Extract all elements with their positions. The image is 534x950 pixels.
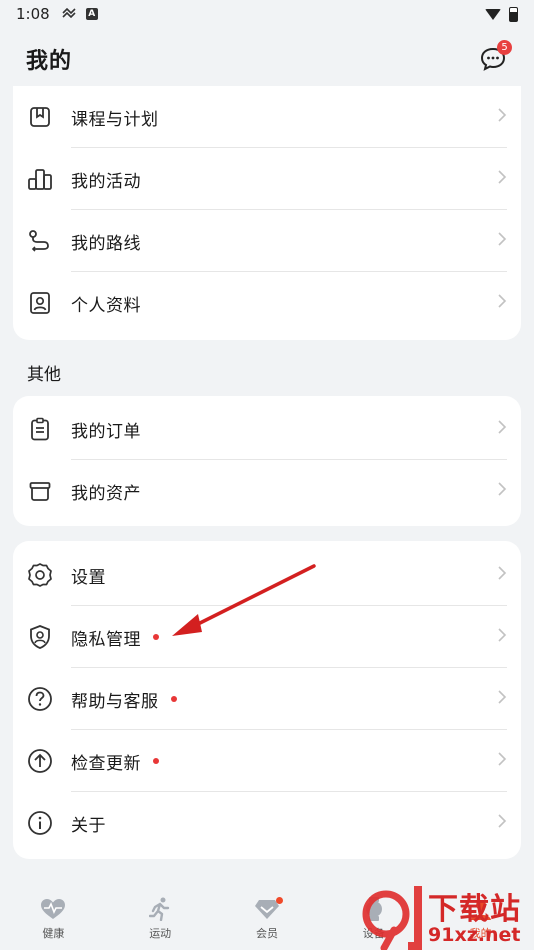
menu-item-about[interactable]: 关于: [13, 792, 521, 854]
help-circle-icon: [27, 686, 53, 712]
tab-label: 会员: [255, 927, 278, 940]
chevron-right-icon: [497, 565, 507, 585]
card-orders-group: 我的订单 我的资产: [13, 396, 521, 526]
menu-item-label: 个人资料: [71, 295, 141, 316]
runner-icon: [149, 895, 171, 923]
section-title-other: 其他: [27, 365, 61, 385]
menu-item-label: 隐私管理: [71, 629, 141, 650]
new-indicator-dot: [153, 758, 159, 764]
gear-icon: [27, 562, 53, 588]
membership-notification-dot: [275, 897, 283, 904]
arrow-up-circle-icon: [27, 748, 53, 774]
watermark-text-bottom: 91xz.net: [428, 924, 521, 946]
route-icon: [27, 228, 53, 254]
info-circle-icon: [27, 810, 53, 836]
menu-item-settings[interactable]: 设置: [13, 544, 521, 606]
chevron-right-icon: [497, 751, 507, 771]
message-count-badge: 5: [497, 40, 512, 55]
menu-item-privacy-management[interactable]: 隐私管理: [13, 606, 521, 668]
menu-item-my-assets[interactable]: 我的资产: [13, 460, 521, 522]
battery-icon: [509, 6, 518, 22]
wifi-icon: [485, 8, 501, 20]
page-title: 我的: [26, 49, 73, 74]
menu-item-my-orders[interactable]: 我的订单: [13, 398, 521, 460]
menu-item-personal-info[interactable]: 个人资料: [13, 272, 521, 334]
chevron-right-icon: [497, 689, 507, 709]
new-indicator-dot: [170, 696, 177, 702]
status-time: 1:08: [16, 5, 50, 23]
tab-exercise[interactable]: 运动: [120, 895, 200, 941]
new-indicator-dot: [153, 634, 159, 640]
tab-label: 运动: [149, 927, 172, 940]
tab-health[interactable]: 健康: [13, 895, 93, 941]
menu-item-label: 帮助与客服: [71, 691, 159, 712]
tab-label: 健康: [42, 927, 65, 940]
chevron-right-icon: [497, 813, 507, 833]
menu-item-label: 检查更新: [71, 753, 141, 774]
chevron-right-icon: [497, 107, 507, 127]
watermark-logo: 下载站 91xz.net: [360, 884, 534, 950]
menu-item-label: 课程与计划: [71, 109, 159, 130]
menu-item-courses-plans[interactable]: 课程与计划: [13, 86, 521, 148]
tab-membership[interactable]: 会员: [227, 895, 307, 941]
watermark-text-top: 下载站: [428, 892, 521, 927]
menu-item-label: 我的订单: [71, 421, 141, 442]
chevron-right-icon: [497, 627, 507, 647]
chevron-right-icon: [497, 231, 507, 251]
menu-item-label: 设置: [71, 567, 106, 588]
menu-item-my-routes[interactable]: 我的路线: [13, 210, 521, 272]
clipboard-icon: [27, 416, 53, 442]
chevron-right-icon: [497, 419, 507, 439]
chevron-right-icon: [497, 169, 507, 189]
menu-item-label: 我的路线: [71, 233, 141, 254]
app-a-icon: A: [85, 8, 98, 20]
profile-card-icon: [27, 290, 53, 316]
chevron-right-icon: [497, 293, 507, 313]
menu-item-my-activities[interactable]: 我的活动: [13, 148, 521, 210]
message-button[interactable]: 5: [478, 40, 512, 74]
activity-blocks-icon: [27, 166, 53, 192]
menu-item-label: 我的资产: [71, 483, 141, 504]
menu-item-label: 我的活动: [71, 171, 141, 192]
menu-item-check-updates[interactable]: 检查更新: [13, 730, 521, 792]
shield-user-icon: [27, 624, 53, 650]
page-header: 我的 5: [0, 28, 534, 90]
heart-pulse-icon: [40, 895, 66, 923]
status-bar: 1:08 A: [0, 0, 534, 28]
card-settings-group: 设置 隐私管理 帮助与客服 检查更新 关于: [13, 541, 521, 859]
menu-item-help-support[interactable]: 帮助与客服: [13, 668, 521, 730]
bookmark-icon: [27, 104, 53, 130]
box-icon: [27, 478, 53, 504]
chevron-right-icon: [497, 481, 507, 501]
signal-app-icon: [62, 7, 76, 21]
menu-item-label: 关于: [71, 815, 106, 836]
card-profile-group: 课程与计划 我的活动 我的路线 个人资料: [13, 86, 521, 340]
